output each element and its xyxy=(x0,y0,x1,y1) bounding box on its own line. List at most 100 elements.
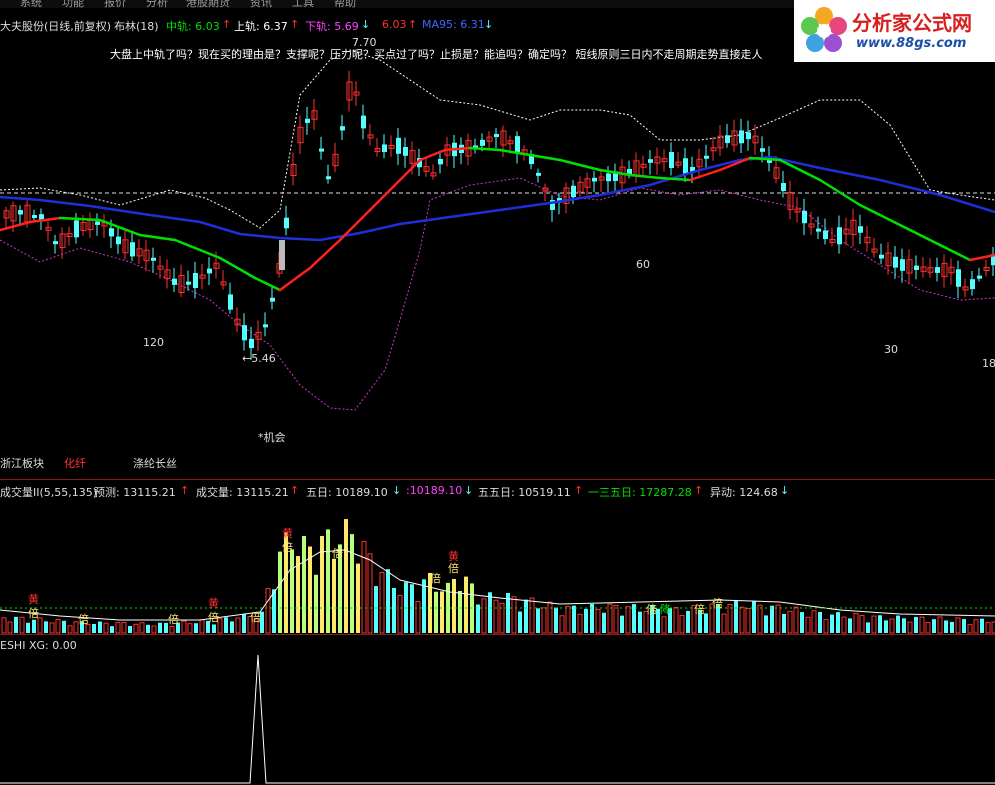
logo-url[interactable]: www.88gs.com xyxy=(856,36,966,51)
candle-body xyxy=(319,148,324,152)
volume-bar xyxy=(128,626,132,633)
volume-bar xyxy=(937,616,943,634)
bollinger-mid-line xyxy=(253,276,282,292)
volume-bar xyxy=(739,606,745,634)
arrow-up-icon: ↑ xyxy=(222,18,232,31)
volume-marker-bei: 倍 xyxy=(28,606,39,620)
volume-bar xyxy=(782,613,786,633)
arrow-up-icon: ↑ xyxy=(694,484,704,497)
volume-bar xyxy=(859,615,865,634)
candle-body xyxy=(914,265,919,270)
volume-value: 成交量: 13115.21 xyxy=(196,486,289,499)
candlestick-chart[interactable] xyxy=(0,0,995,480)
bollinger-mid-line xyxy=(218,256,257,280)
volume-marker-huang: 黄 xyxy=(28,592,39,606)
volume-bar xyxy=(374,586,378,633)
candle-body xyxy=(858,226,863,233)
volume-bar xyxy=(907,621,913,634)
volume-bar xyxy=(818,611,822,633)
sector-zhejiang[interactable]: 浙江板块 xyxy=(0,455,44,471)
volume-bar xyxy=(866,622,870,633)
volume-bar xyxy=(944,620,948,633)
candle-body xyxy=(648,159,653,163)
candle-body xyxy=(130,242,135,257)
volume-bar xyxy=(559,615,565,634)
candle-body xyxy=(802,210,807,224)
volume-bar xyxy=(422,579,426,633)
volume-bar xyxy=(265,588,271,634)
volume-bar xyxy=(302,536,306,633)
chance-label: *机会 xyxy=(258,431,286,444)
highlight-candle xyxy=(279,240,285,270)
volume-marker-bei: 倍 xyxy=(332,546,343,560)
candle-body xyxy=(270,297,275,302)
volume-bar xyxy=(158,622,162,633)
volume-bar xyxy=(613,604,619,634)
volume-bar xyxy=(199,619,205,634)
volume-marker-bei: 倍 xyxy=(430,571,441,585)
candle-body xyxy=(228,294,233,310)
volume-bar xyxy=(871,615,877,634)
volume-bar xyxy=(620,615,624,633)
candle-body xyxy=(403,147,408,156)
volume-bar xyxy=(554,607,558,633)
candle-body xyxy=(879,254,884,259)
candle-body xyxy=(340,126,345,131)
candle-body xyxy=(480,139,485,146)
volume-bar xyxy=(121,622,127,634)
xg-signal-line xyxy=(0,654,995,784)
volume-bar xyxy=(752,601,756,633)
volume-bar xyxy=(884,620,888,633)
candle-body xyxy=(95,221,100,225)
volume-bar xyxy=(980,618,984,633)
candle-body xyxy=(193,272,198,289)
arrow-down-icon: ↓ xyxy=(464,484,474,497)
bollinger-mid-line xyxy=(558,158,602,172)
arrow-down-icon: ↓ xyxy=(392,484,402,497)
volume-bar xyxy=(902,618,906,633)
volume-bar xyxy=(896,615,900,633)
volume-bar xyxy=(350,534,354,633)
candle-body xyxy=(970,279,975,290)
bollinger-mid-line xyxy=(418,148,447,162)
candle-body xyxy=(627,168,632,175)
volume-marker-bei: 倍 xyxy=(168,612,179,626)
sector-chemical-fiber[interactable]: 化纤 xyxy=(64,455,86,471)
cycle-label-60: 60 xyxy=(636,258,650,271)
volume-bar xyxy=(488,592,492,633)
candle-body xyxy=(536,172,541,176)
volume-bar xyxy=(356,563,360,633)
candle-body xyxy=(438,158,443,165)
volume-bar xyxy=(37,617,43,634)
volume-bar xyxy=(793,606,799,634)
volume-bar xyxy=(878,615,882,633)
xg-signal-chart[interactable] xyxy=(0,635,995,785)
volume-bar xyxy=(19,616,25,634)
candle-body xyxy=(725,135,730,144)
bollinger-mid-line xyxy=(58,216,102,222)
volume-marker-bei: 倍 xyxy=(448,561,459,575)
bollinger-mid-line xyxy=(528,153,562,162)
volume-bar xyxy=(386,569,390,633)
bollinger-lower-line xyxy=(0,177,995,411)
site-logo: 分析家公式网 www.88gs.com xyxy=(794,0,995,62)
volume-bar xyxy=(235,617,241,634)
arrow-down-icon: ↓ xyxy=(780,484,790,497)
candle-body xyxy=(263,324,268,328)
bollinger-mid-line xyxy=(278,266,312,292)
volume-bar xyxy=(139,622,145,634)
volume-abnormal: 异动: 124.68 xyxy=(710,486,778,499)
sector-polyester[interactable]: 涤纶长丝 xyxy=(133,455,177,471)
candle-body xyxy=(816,228,821,232)
volume-bar xyxy=(181,620,187,634)
volume-bar xyxy=(625,606,631,634)
volume-bar xyxy=(278,551,282,633)
volume-bar xyxy=(1,617,7,634)
candle-body xyxy=(494,133,499,138)
volume-bar xyxy=(230,621,234,633)
volume-bar xyxy=(602,612,606,633)
volume-chart[interactable]: 黄倍黄倍黄倍倍黄倍倍倍倍倍倍降倍倍 xyxy=(0,480,995,635)
candle-body xyxy=(326,176,331,180)
cycle-label-30: 30 xyxy=(884,343,898,356)
volume-bar xyxy=(332,558,336,633)
